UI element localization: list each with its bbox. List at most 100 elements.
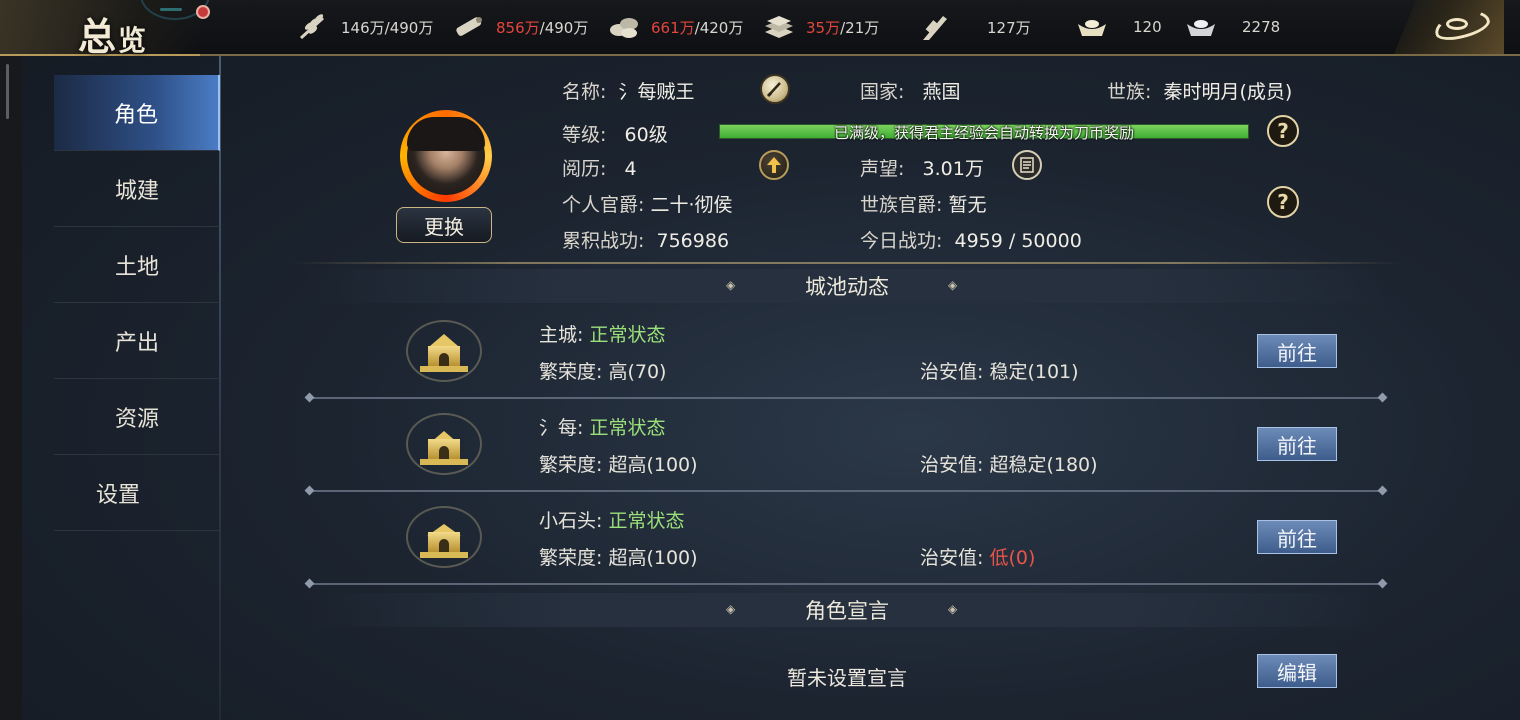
wood-icon xyxy=(452,12,486,42)
city-prosperity: 繁荣度: 超高(100) xyxy=(539,450,698,477)
stone-icon xyxy=(607,12,641,42)
header-diamond-left-icon: ◈ xyxy=(726,602,736,616)
title-dash-decoration xyxy=(160,8,182,11)
security-value: 超稳定(180) xyxy=(989,454,1098,476)
character-avatar[interactable] xyxy=(400,110,492,202)
total-merit-label: 累积战功: xyxy=(562,230,645,252)
resource-wood-current: 856万 xyxy=(496,18,540,37)
rank-label: 个人官爵: xyxy=(562,194,645,216)
city-status: 正常状态 xyxy=(589,324,666,346)
sidebar-item-label: 土地 xyxy=(114,254,159,280)
sidebar-item-resources[interactable]: 资源 xyxy=(54,379,220,455)
experience-upgrade-arrow-icon[interactable] xyxy=(759,150,789,180)
character-level: 等级: 60级 xyxy=(562,120,668,147)
resource-silver: 2278 xyxy=(1184,12,1280,42)
prestige-label: 声望: xyxy=(860,158,905,180)
gold-ingot-icon xyxy=(1075,12,1109,42)
character-country: 国家: 燕国 xyxy=(860,77,961,104)
sidebar-item-label: 资源 xyxy=(114,406,159,432)
clan-value: 秦时明月(成员) xyxy=(1163,81,1293,103)
rename-brush-icon[interactable] xyxy=(760,74,790,104)
sidebar: 角色 城建 土地 产出 资源 设置 xyxy=(54,75,220,531)
sidebar-item-label: 角色 xyxy=(113,102,158,128)
coin-icon xyxy=(917,12,951,42)
sidebar-item-label: 设置 xyxy=(96,482,141,508)
declaration-text: 暂未设置宣言 xyxy=(787,666,907,690)
fortress-icon xyxy=(402,413,486,475)
clan-rank-help-icon[interactable]: ? xyxy=(1267,186,1299,218)
character-clan-rank: 世族官爵: 暂无 xyxy=(860,190,986,217)
city-row-third: 小石头: 正常状态 繁荣度: 超高(100) 治安值: 低(0) 前往 xyxy=(306,492,1388,584)
clan-rank-value: 暂无 xyxy=(948,194,987,216)
page-title-main: 总 xyxy=(78,14,119,59)
resource-silver-current: 2278 xyxy=(1242,18,1281,36)
city-prosperity: 繁荣度: 超高(100) xyxy=(539,543,698,570)
prosperity-value: 超高(100) xyxy=(608,547,698,569)
sidebar-item-label: 产出 xyxy=(114,330,159,356)
sidebar-item-city-building[interactable]: 城建 xyxy=(54,151,220,227)
country-value: 燕国 xyxy=(922,81,961,103)
clan-label: 世族: xyxy=(1107,81,1152,103)
sidebar-item-settings[interactable]: 设置 xyxy=(54,455,220,531)
header-diamond-right-icon: ◈ xyxy=(948,278,958,292)
city-name: 小石头: xyxy=(539,510,603,532)
resource-wood-max: /490万 xyxy=(539,18,589,37)
resource-wood: 856万/490万 xyxy=(452,12,588,42)
city-status: 正常状态 xyxy=(608,510,685,532)
go-to-city-button[interactable]: 前往 xyxy=(1257,334,1337,368)
security-label: 治安值: xyxy=(920,361,984,383)
name-label: 名称: xyxy=(562,81,607,103)
section-divider xyxy=(292,262,1402,264)
resource-gold-current: 120 xyxy=(1133,18,1162,36)
level-label: 等级: xyxy=(562,124,607,146)
city-status: 正常状态 xyxy=(589,417,666,439)
country-label: 国家: xyxy=(860,81,905,103)
experience-label: 阅历: xyxy=(562,158,607,180)
prestige-document-icon[interactable] xyxy=(1012,150,1042,180)
level-bar-text: 已满级，获得君主经验会自动转换为刀币奖励 xyxy=(833,124,1134,142)
city-status-header: ◈ 城池动态 ◈ xyxy=(306,269,1388,303)
character-name: 名称: 氵每贼王 xyxy=(562,77,695,104)
character-rank: 个人官爵: 二十·彻侯 xyxy=(562,190,733,217)
prosperity-label: 繁荣度: xyxy=(539,454,603,476)
resource-iron-current: 35万 xyxy=(806,18,841,37)
rank-value: 二十·彻侯 xyxy=(650,194,733,216)
palace-icon xyxy=(402,320,486,382)
clan-rank-label: 世族官爵: xyxy=(860,194,943,216)
security-label: 治安值: xyxy=(920,454,984,476)
prosperity-label: 繁荣度: xyxy=(539,547,603,569)
top-bar: 总览 146万/490万 856万/490万 661万/420万 35万/21万… xyxy=(0,0,1520,59)
level-help-icon[interactable]: ? xyxy=(1267,115,1299,147)
sidebar-item-label: 城建 xyxy=(114,178,159,204)
go-to-city-button[interactable]: 前往 xyxy=(1257,427,1337,461)
go-to-city-button[interactable]: 前往 xyxy=(1257,520,1337,554)
prosperity-label: 繁荣度: xyxy=(539,361,603,383)
row-separator xyxy=(308,583,1384,585)
character-total-merit: 累积战功: 756986 xyxy=(562,226,729,253)
sidebar-item-output[interactable]: 产出 xyxy=(54,303,220,379)
iron-icon xyxy=(762,12,796,42)
resource-gold: 120 xyxy=(1075,12,1162,42)
resource-coin-current: 127万 xyxy=(987,18,1031,37)
security-value: 低(0) xyxy=(989,547,1036,569)
edit-declaration-button[interactable]: 编辑 xyxy=(1257,654,1337,688)
header-diamond-left-icon: ◈ xyxy=(726,278,736,292)
today-merit-value: 4959 / 50000 xyxy=(954,230,1082,252)
back-button[interactable] xyxy=(1394,0,1504,54)
left-scrollbar[interactable] xyxy=(6,64,9,119)
level-progress-bar: 已满级，获得君主经验会自动转换为刀币奖励 xyxy=(719,124,1249,142)
resource-stone-max: /420万 xyxy=(694,18,744,37)
avatar-hair xyxy=(407,117,485,151)
character-experience: 阅历: 4 xyxy=(562,154,637,181)
city-name: 氵每: xyxy=(539,417,584,439)
resource-grain: 146万/490万 xyxy=(297,12,433,42)
sidebar-item-land[interactable]: 土地 xyxy=(54,227,220,303)
total-merit-value: 756986 xyxy=(656,230,730,252)
change-avatar-button[interactable]: 更换 xyxy=(396,207,492,243)
declaration-header: ◈ 角色宣言 ◈ xyxy=(306,593,1388,627)
character-today-merit: 今日战功: 4959 / 50000 xyxy=(860,226,1082,253)
sidebar-item-character[interactable]: 角色 xyxy=(54,75,220,151)
prestige-value: 3.01万 xyxy=(922,158,984,180)
city-security: 治安值: 稳定(101) xyxy=(920,357,1079,384)
page-title: 总览 xyxy=(78,6,148,61)
